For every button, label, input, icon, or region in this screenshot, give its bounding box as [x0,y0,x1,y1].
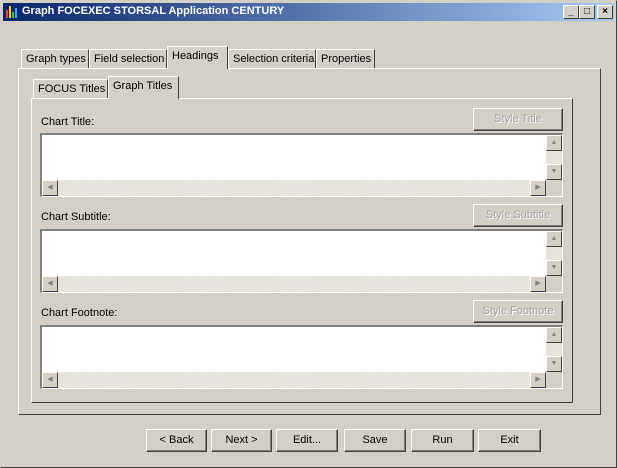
exit-button[interactable]: Exit [478,429,541,452]
horizontal-scrollbar[interactable]: ◀ ▶ [42,180,546,196]
chart-footnote-input[interactable]: ▲ ▼ ◀ ▶ [40,325,563,389]
chart-subtitle-label: Chart Subtitle: [41,211,111,223]
scrollbar-corner [546,276,562,292]
scroll-right-icon[interactable]: ▶ [530,276,546,292]
minimize-button[interactable]: _ [563,5,579,19]
graph-app-icon [6,6,18,18]
vertical-scrollbar[interactable]: ▲ ▼ [546,231,562,276]
window-title: Graph FOCEXEC STORSAL Application CENTUR… [22,5,285,17]
vertical-scrollbar[interactable]: ▲ ▼ [546,135,562,180]
edit-button[interactable]: Edit... [276,429,338,452]
scroll-down-icon[interactable]: ▼ [546,164,562,180]
scroll-left-icon[interactable]: ◀ [42,276,58,292]
scroll-left-icon[interactable]: ◀ [42,372,58,388]
scroll-down-icon[interactable]: ▼ [546,260,562,276]
tab-label: Field selection [94,53,165,65]
tab-label: Selection criteria [233,53,315,65]
maximize-button[interactable]: □ [579,5,595,19]
scroll-up-icon[interactable]: ▲ [546,231,562,247]
run-button[interactable]: Run [411,429,474,452]
tab-field-selection[interactable]: Field selection [89,49,167,69]
subtab-graph-titles[interactable]: Graph Titles [108,76,179,99]
tab-graph-types[interactable]: Graph types [21,49,89,69]
title-bar[interactable]: Graph FOCEXEC STORSAL Application CENTUR… [3,3,614,21]
tab-label: Headings [172,50,219,62]
scroll-left-icon[interactable]: ◀ [42,180,58,196]
style-subtitle-button[interactable]: Style Subtitle [473,204,563,227]
horizontal-scrollbar[interactable]: ◀ ▶ [42,372,546,388]
scroll-right-icon[interactable]: ▶ [530,372,546,388]
tab-properties[interactable]: Properties [316,49,375,69]
scroll-up-icon[interactable]: ▲ [546,327,562,343]
scroll-right-icon[interactable]: ▶ [530,180,546,196]
tab-headings[interactable]: Headings [167,46,228,69]
horizontal-scrollbar[interactable]: ◀ ▶ [42,276,546,292]
subtab-focus-titles[interactable]: FOCUS Titles [33,79,108,99]
close-button[interactable]: × [597,5,613,19]
vertical-scrollbar[interactable]: ▲ ▼ [546,327,562,372]
tab-label: Graph types [26,53,86,65]
chart-title-input[interactable]: ▲ ▼ ◀ ▶ [40,133,563,197]
back-button[interactable]: < Back [146,429,207,452]
next-button[interactable]: Next > [211,429,272,452]
scroll-down-icon[interactable]: ▼ [546,356,562,372]
chart-title-label: Chart Title: [41,116,95,128]
chart-footnote-label: Chart Footnote: [41,307,118,319]
style-title-button[interactable]: Style Title [473,108,563,131]
save-button[interactable]: Save [344,429,406,452]
scrollbar-corner [546,180,562,196]
chart-subtitle-input[interactable]: ▲ ▼ ◀ ▶ [40,229,563,293]
tab-selection-criteria[interactable]: Selection criteria [228,49,316,69]
scroll-up-icon[interactable]: ▲ [546,135,562,151]
tab-label: Properties [321,53,372,65]
application-window: Graph FOCEXEC STORSAL Application CENTUR… [0,0,617,468]
subtab-label: FOCUS Titles [38,83,106,95]
subtab-label: Graph Titles [113,80,173,92]
style-footnote-button[interactable]: Style Footnote [473,300,563,323]
scrollbar-corner [546,372,562,388]
